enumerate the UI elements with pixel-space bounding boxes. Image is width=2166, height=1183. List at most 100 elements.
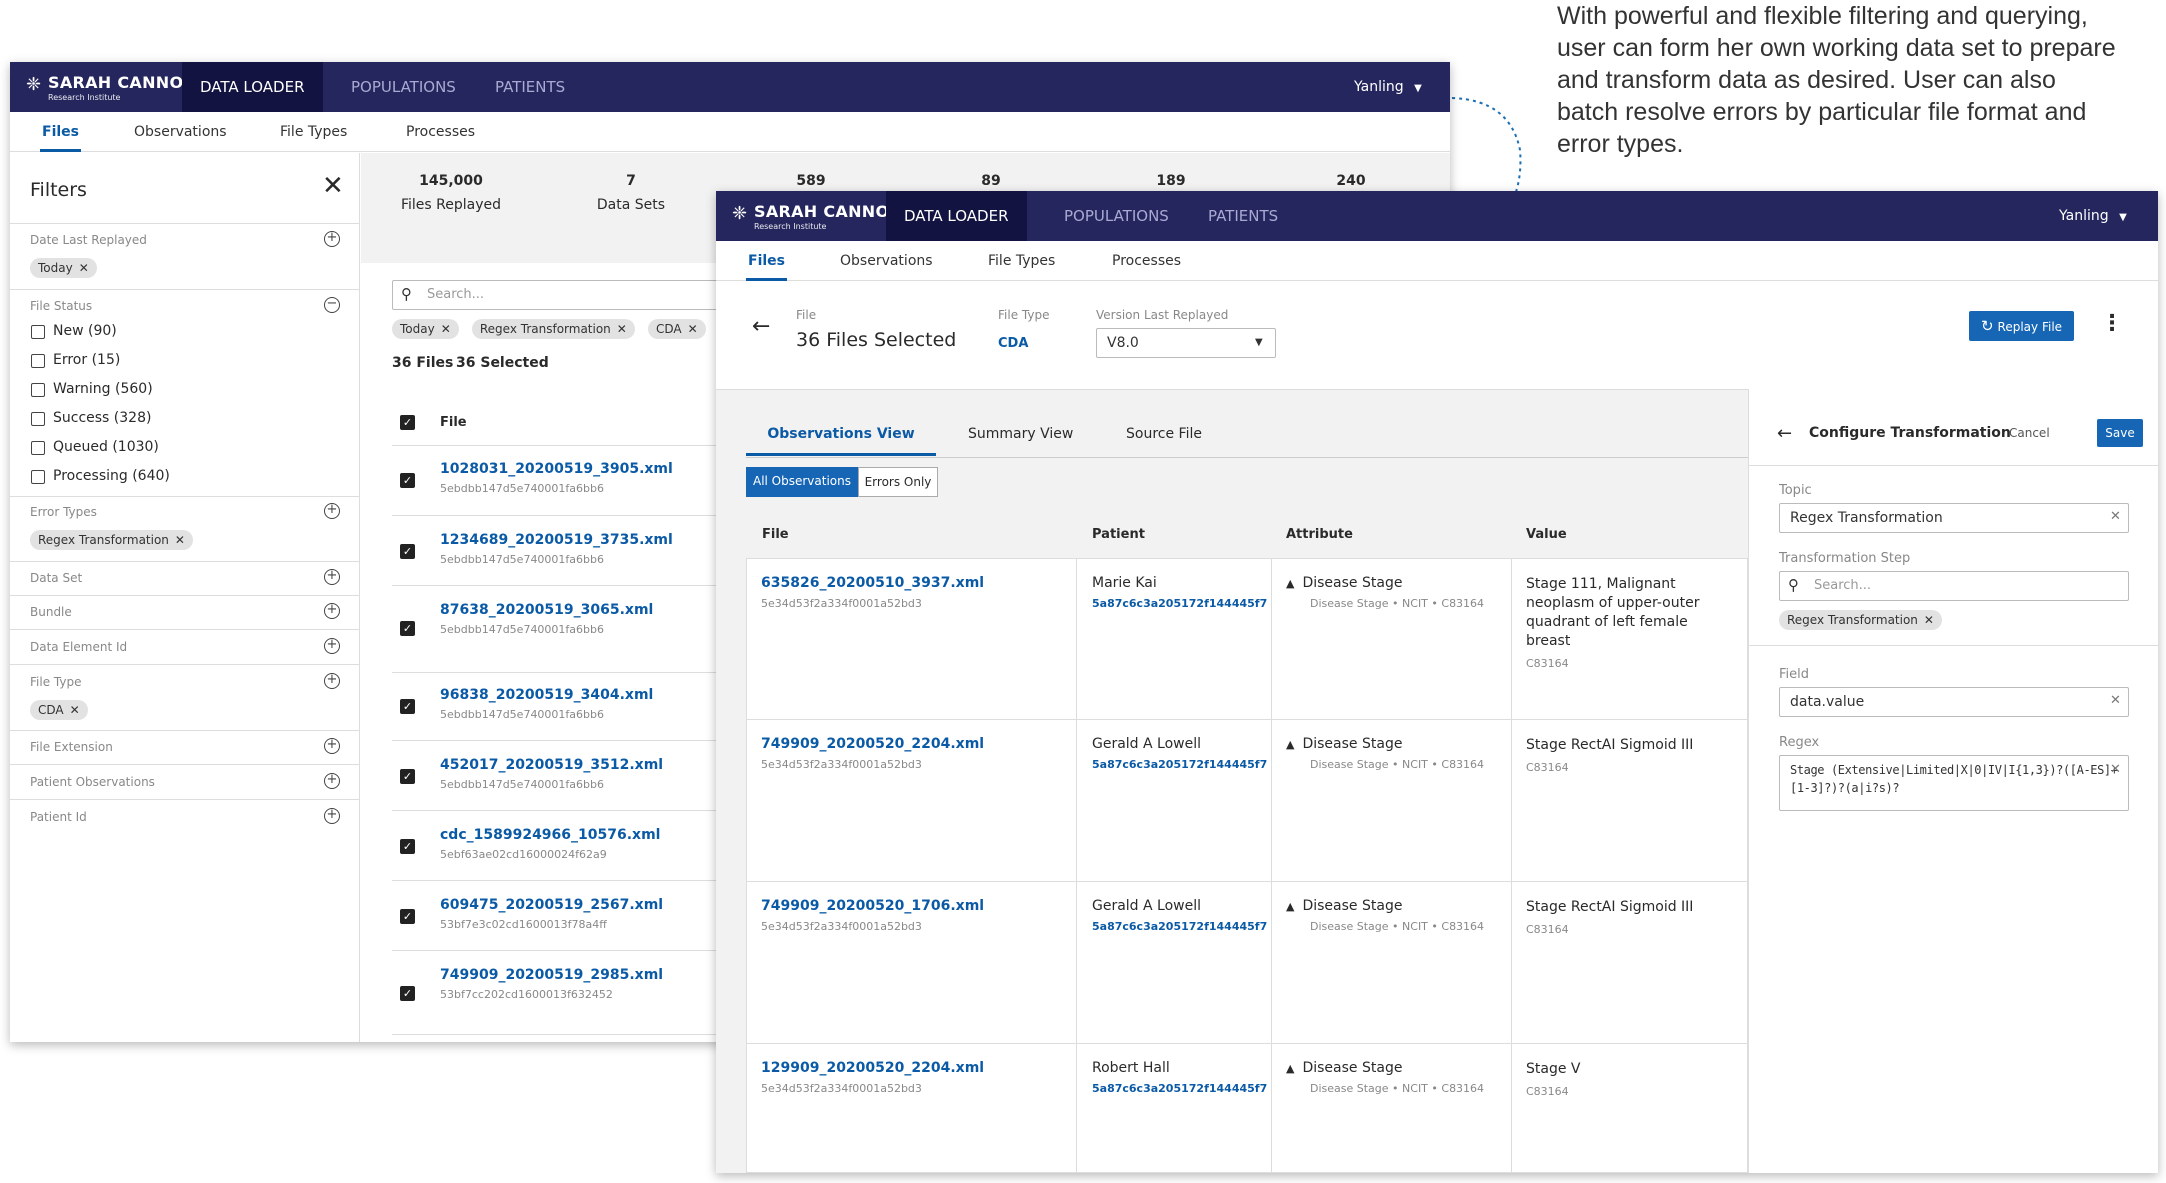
add-circle-icon[interactable]: + (324, 808, 340, 824)
remove-icon[interactable]: ✕ (441, 322, 451, 336)
remove-icon[interactable]: ✕ (175, 533, 185, 547)
user-menu[interactable]: Yanling ▼ (2059, 191, 2127, 241)
nav-patients[interactable]: PATIENTS (477, 62, 583, 112)
nav-populations[interactable]: POPULATIONS (1046, 191, 1187, 241)
remove-circle-icon[interactable]: − (324, 297, 340, 313)
checkbox-processing[interactable] (31, 470, 45, 484)
tab-files[interactable]: Files (746, 241, 787, 281)
remove-icon[interactable]: ✕ (617, 322, 627, 336)
field-input[interactable]: data.value ✕ (1779, 687, 2129, 717)
patient-name: Gerald A Lowell (1092, 736, 1202, 752)
filter-data-set: Data Set (30, 571, 83, 585)
add-circle-icon[interactable]: + (324, 773, 340, 789)
file-link[interactable]: 96838_20200519_3404.xml (440, 687, 653, 703)
step-chip[interactable]: Regex Transformation ✕ (1779, 609, 1942, 630)
observation-file-link[interactable]: 635826_20200510_3937.xml (761, 575, 984, 591)
back-arrow-icon[interactable]: ← (752, 314, 770, 339)
tab-processes[interactable]: Processes (1110, 241, 1183, 281)
file-link[interactable]: 749909_20200519_2985.xml (440, 967, 663, 983)
replay-file-button[interactable]: ↻ Replay File (1969, 311, 2074, 341)
file-link[interactable]: 1028031_20200519_3905.xml (440, 461, 673, 477)
patient-id-link[interactable]: 5a87c6c3a205172f144445f7 (1092, 597, 1267, 610)
remove-icon[interactable]: ✕ (79, 261, 89, 275)
file-type-chip[interactable]: CDA ✕ (30, 699, 88, 720)
row-checkbox[interactable]: ✓ (400, 909, 415, 924)
add-circle-icon[interactable]: + (324, 738, 340, 754)
row-checkbox[interactable]: ✓ (400, 839, 415, 854)
attribute-name: Disease Stage (1302, 1060, 1403, 1076)
close-icon[interactable]: ✕ (322, 173, 344, 199)
patient-id-link[interactable]: 5a87c6c3a205172f144445f7 (1092, 758, 1267, 771)
patient-id-link[interactable]: 5a87c6c3a205172f144445f7 (1092, 1082, 1267, 1095)
brand-logo[interactable]: ❈ SARAH CANNON Research Institute (26, 73, 197, 102)
error-type-chip[interactable]: Regex Transformation ✕ (30, 529, 193, 550)
row-checkbox[interactable]: ✓ (400, 769, 415, 784)
more-vertical-icon[interactable]: ⋮ (2101, 311, 2123, 336)
add-circle-icon[interactable]: + (324, 673, 340, 689)
remove-icon[interactable]: ✕ (688, 322, 698, 336)
patient-id-link[interactable]: 5a87c6c3a205172f144445f7 (1092, 920, 1267, 933)
row-checkbox[interactable]: ✓ (400, 544, 415, 559)
all-observations-toggle[interactable]: All Observations (746, 467, 858, 497)
checkbox-new[interactable] (31, 325, 45, 339)
remove-icon[interactable]: ✕ (70, 703, 80, 717)
transformation-step-search[interactable]: ⚲ Search... (1779, 571, 2129, 601)
add-circle-icon[interactable]: + (324, 603, 340, 619)
file-link[interactable]: 452017_20200519_3512.xml (440, 757, 663, 773)
row-checkbox[interactable]: ✓ (400, 986, 415, 1001)
nav-populations[interactable]: POPULATIONS (333, 62, 474, 112)
add-circle-icon[interactable]: + (324, 638, 340, 654)
save-button[interactable]: Save (2097, 419, 2143, 447)
topic-input[interactable]: Regex Transformation ✕ (1779, 503, 2129, 533)
clear-icon[interactable]: ✕ (2110, 509, 2121, 524)
row-checkbox[interactable]: ✓ (400, 699, 415, 714)
tab-file-types[interactable]: File Types (986, 241, 1057, 281)
stat-value: 189 (1156, 173, 1186, 189)
observation-file-link[interactable]: 129909_20200520_2204.xml (761, 1060, 984, 1076)
tab-observations[interactable]: Observations (132, 112, 229, 152)
file-link[interactable]: 87638_20200519_3065.xml (440, 602, 653, 618)
file-link[interactable]: 609475_20200519_2567.xml (440, 897, 663, 913)
tab-observations[interactable]: Observations (838, 241, 935, 281)
errors-only-toggle[interactable]: Errors Only (858, 467, 938, 497)
tab-source-file[interactable]: Source File (1126, 416, 1202, 456)
tab-observations-view[interactable]: Observations View (746, 416, 936, 456)
regex-input[interactable]: Stage (Extensive|Limited|X|0|IV|I{1,3})?… (1779, 755, 2129, 811)
nav-patients[interactable]: PATIENTS (1190, 191, 1296, 241)
version-select[interactable]: V8.0 ▼ (1096, 328, 1276, 358)
chip-today[interactable]: Today ✕ (392, 319, 459, 339)
row-checkbox[interactable]: ✓ (400, 621, 415, 636)
back-arrow-icon[interactable]: ← (1777, 423, 1792, 444)
chip-cda[interactable]: CDA ✕ (647, 319, 706, 339)
nav-data-loader[interactable]: DATA LOADER (182, 62, 323, 112)
select-all-checkbox[interactable]: ✓ (400, 415, 415, 430)
observation-file-link[interactable]: 749909_20200520_1706.xml (761, 898, 984, 914)
clear-icon[interactable]: ✕ (2110, 762, 2121, 777)
tab-processes[interactable]: Processes (404, 112, 477, 152)
add-circle-icon[interactable]: + (324, 231, 340, 247)
file-link[interactable]: cdc_1589924966_10576.xml (440, 827, 660, 843)
cancel-button[interactable]: Cancel (2009, 426, 2050, 440)
chip-regex[interactable]: Regex Transformation ✕ (471, 319, 635, 339)
row-checkbox[interactable]: ✓ (400, 473, 415, 488)
file-link[interactable]: 1234689_20200519_3735.xml (440, 532, 673, 548)
remove-icon[interactable]: ✕ (1924, 613, 1934, 627)
date-chip[interactable]: Today ✕ (30, 257, 97, 278)
checkbox-success[interactable] (31, 412, 45, 426)
add-circle-icon[interactable]: + (324, 569, 340, 585)
value-line: Stage RectAI Sigmoid III (1526, 899, 1694, 915)
add-circle-icon[interactable]: + (324, 503, 340, 519)
observation-file-link[interactable]: 749909_20200520_2204.xml (761, 736, 984, 752)
file-selection: 36 Files Selected (796, 329, 957, 351)
user-menu[interactable]: Yanling ▼ (1354, 62, 1422, 112)
brand-logo[interactable]: ❈ SARAH CANNON Research Institute (732, 202, 903, 231)
checkbox-error[interactable] (31, 354, 45, 368)
file-type-link[interactable]: CDA (998, 336, 1028, 351)
checkbox-warning[interactable] (31, 383, 45, 397)
tab-file-types[interactable]: File Types (278, 112, 349, 152)
checkbox-queued[interactable] (31, 441, 45, 455)
tab-files[interactable]: Files (40, 112, 81, 152)
tab-summary-view[interactable]: Summary View (968, 416, 1073, 456)
nav-data-loader[interactable]: DATA LOADER (886, 191, 1027, 241)
clear-icon[interactable]: ✕ (2110, 693, 2121, 708)
